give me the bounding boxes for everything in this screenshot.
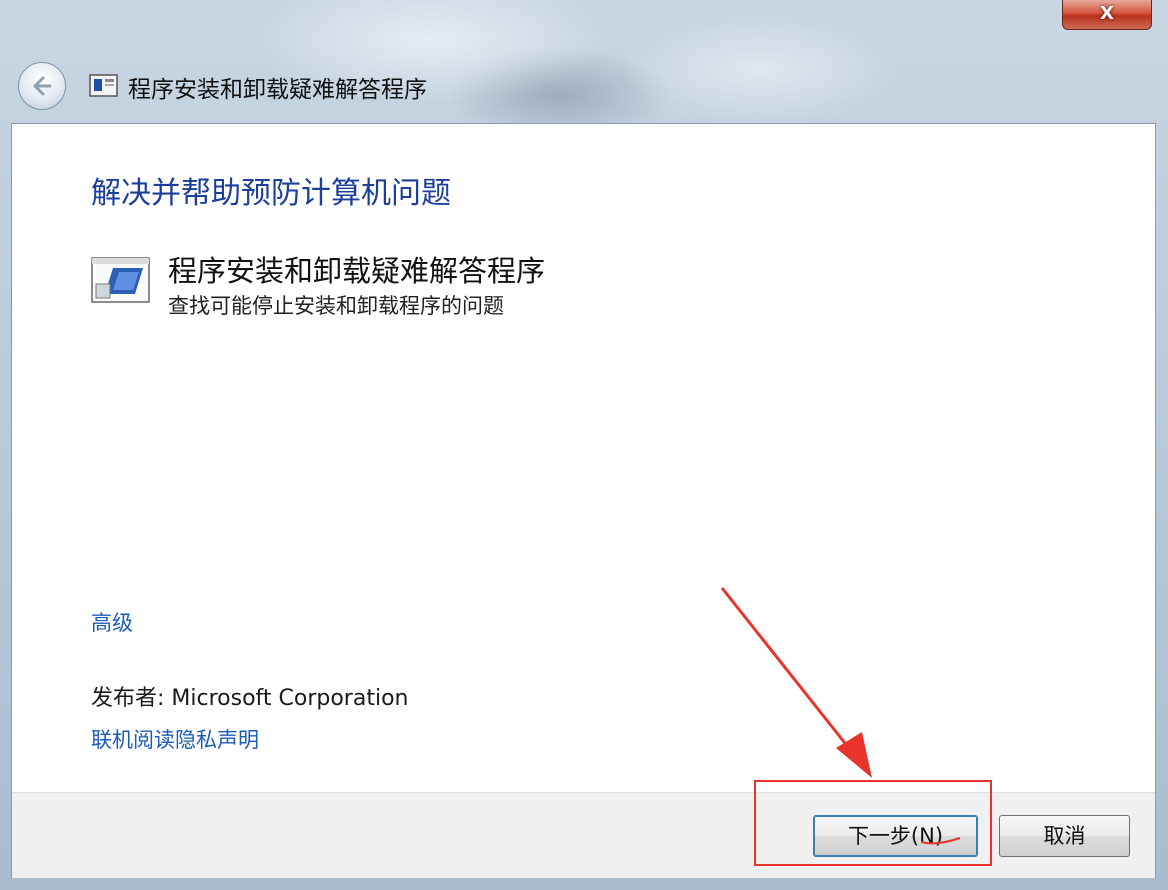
content-area: 解决并帮助预防计算机问题 程序安装和卸载疑难解答程序 查找可能停止安装和卸载程序…: [11, 123, 1156, 878]
window-title: 程序安装和卸载疑难解答程序: [128, 77, 427, 103]
troubleshooter-large-icon: [91, 254, 151, 306]
cancel-button[interactable]: 取消: [999, 815, 1130, 857]
page-heading: 解决并帮助预防计算机问题: [91, 176, 451, 211]
close-button[interactable]: X: [1062, 0, 1152, 30]
next-button[interactable]: 下一步(N): [813, 815, 978, 857]
back-button[interactable]: [18, 62, 66, 110]
publisher-text: 发布者: Microsoft Corporation: [91, 686, 409, 711]
troubleshooter-icon: [89, 73, 119, 99]
back-arrow-icon: [33, 76, 52, 96]
advanced-link[interactable]: 高级: [91, 607, 133, 637]
troubleshooter-description: 查找可能停止安装和卸载程序的问题: [168, 294, 504, 318]
button-bar: 下一步(N) 取消: [12, 792, 1155, 878]
troubleshooter-title: 程序安装和卸载疑难解答程序: [168, 254, 546, 288]
privacy-statement-link[interactable]: 联机阅读隐私声明: [91, 724, 259, 754]
